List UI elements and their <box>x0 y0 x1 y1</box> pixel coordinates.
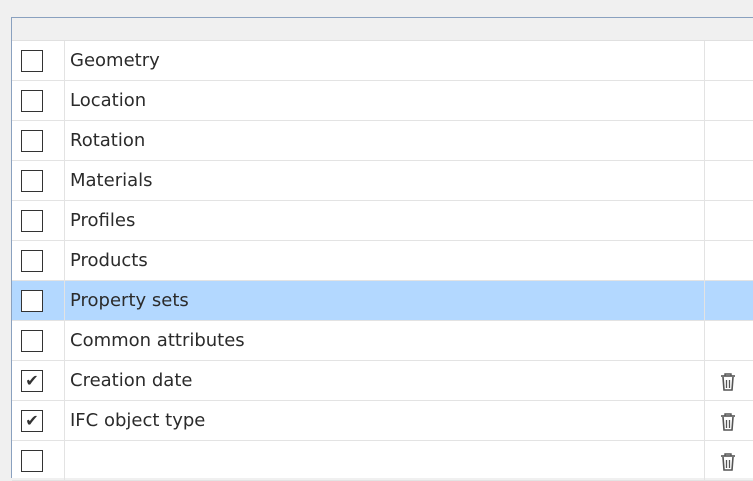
list-row[interactable]: Products <box>12 241 753 281</box>
list-row[interactable]: Location <box>12 81 753 121</box>
row-label: Geometry <box>65 41 705 80</box>
list-row[interactable]: ✔ Creation date <box>12 361 753 401</box>
row-label: Location <box>65 81 705 120</box>
list-row[interactable]: Geometry <box>12 41 753 81</box>
row-label: Creation date <box>65 361 705 400</box>
checkbox-cell: ✔ <box>12 401 65 440</box>
checkmark-icon: ✔ <box>25 411 39 430</box>
attribute-rows: Geometry Location Rotation Materials Profile… <box>12 41 753 481</box>
action-cell <box>705 161 753 200</box>
action-cell <box>705 441 753 480</box>
row-checkbox[interactable] <box>21 290 43 312</box>
checkbox-cell <box>12 321 65 360</box>
row-label: Profiles <box>65 201 705 240</box>
trash-icon[interactable] <box>718 371 738 397</box>
row-checkbox[interactable] <box>21 130 43 152</box>
row-checkbox[interactable]: ✔ <box>21 410 43 432</box>
row-label: IFC object type <box>65 401 705 440</box>
action-cell <box>705 241 753 280</box>
checkbox-cell <box>12 441 65 480</box>
row-checkbox[interactable] <box>21 330 43 352</box>
list-row[interactable]: Property sets <box>12 281 753 321</box>
checkbox-cell <box>12 41 65 80</box>
list-row[interactable]: Profiles <box>12 201 753 241</box>
action-cell <box>705 401 753 440</box>
attribute-list-panel: Geometry Location Rotation Materials Profile… <box>11 17 753 481</box>
checkbox-cell <box>12 161 65 200</box>
row-label: Materials <box>65 161 705 200</box>
action-cell <box>705 121 753 160</box>
row-checkbox[interactable] <box>21 50 43 72</box>
checkbox-cell <box>12 121 65 160</box>
row-checkbox[interactable] <box>21 90 43 112</box>
row-checkbox[interactable] <box>21 210 43 232</box>
list-row[interactable]: Materials <box>12 161 753 201</box>
action-cell <box>705 281 753 320</box>
checkbox-cell: ✔ <box>12 361 65 400</box>
row-checkbox[interactable] <box>21 250 43 272</box>
trash-icon[interactable] <box>718 451 738 477</box>
list-header <box>12 18 753 41</box>
list-row[interactable]: Common attributes <box>12 321 753 361</box>
action-cell <box>705 201 753 240</box>
trash-icon[interactable] <box>718 411 738 437</box>
row-label: Products <box>65 241 705 280</box>
checkbox-cell <box>12 281 65 320</box>
list-row[interactable]: Rotation <box>12 121 753 161</box>
action-cell <box>705 81 753 120</box>
checkbox-cell <box>12 81 65 120</box>
action-cell <box>705 41 753 80</box>
row-checkbox[interactable] <box>21 170 43 192</box>
row-label: Common attributes <box>65 321 705 360</box>
row-checkbox[interactable]: ✔ <box>21 370 43 392</box>
checkbox-cell <box>12 241 65 280</box>
row-label: Rotation <box>65 121 705 160</box>
action-cell <box>705 321 753 360</box>
row-checkbox[interactable] <box>21 450 43 472</box>
list-row[interactable] <box>12 441 753 481</box>
row-label: Property sets <box>65 281 705 320</box>
row-label <box>65 441 705 480</box>
action-cell <box>705 361 753 400</box>
list-row[interactable]: ✔ IFC object type <box>12 401 753 441</box>
checkbox-cell <box>12 201 65 240</box>
checkmark-icon: ✔ <box>25 371 39 390</box>
